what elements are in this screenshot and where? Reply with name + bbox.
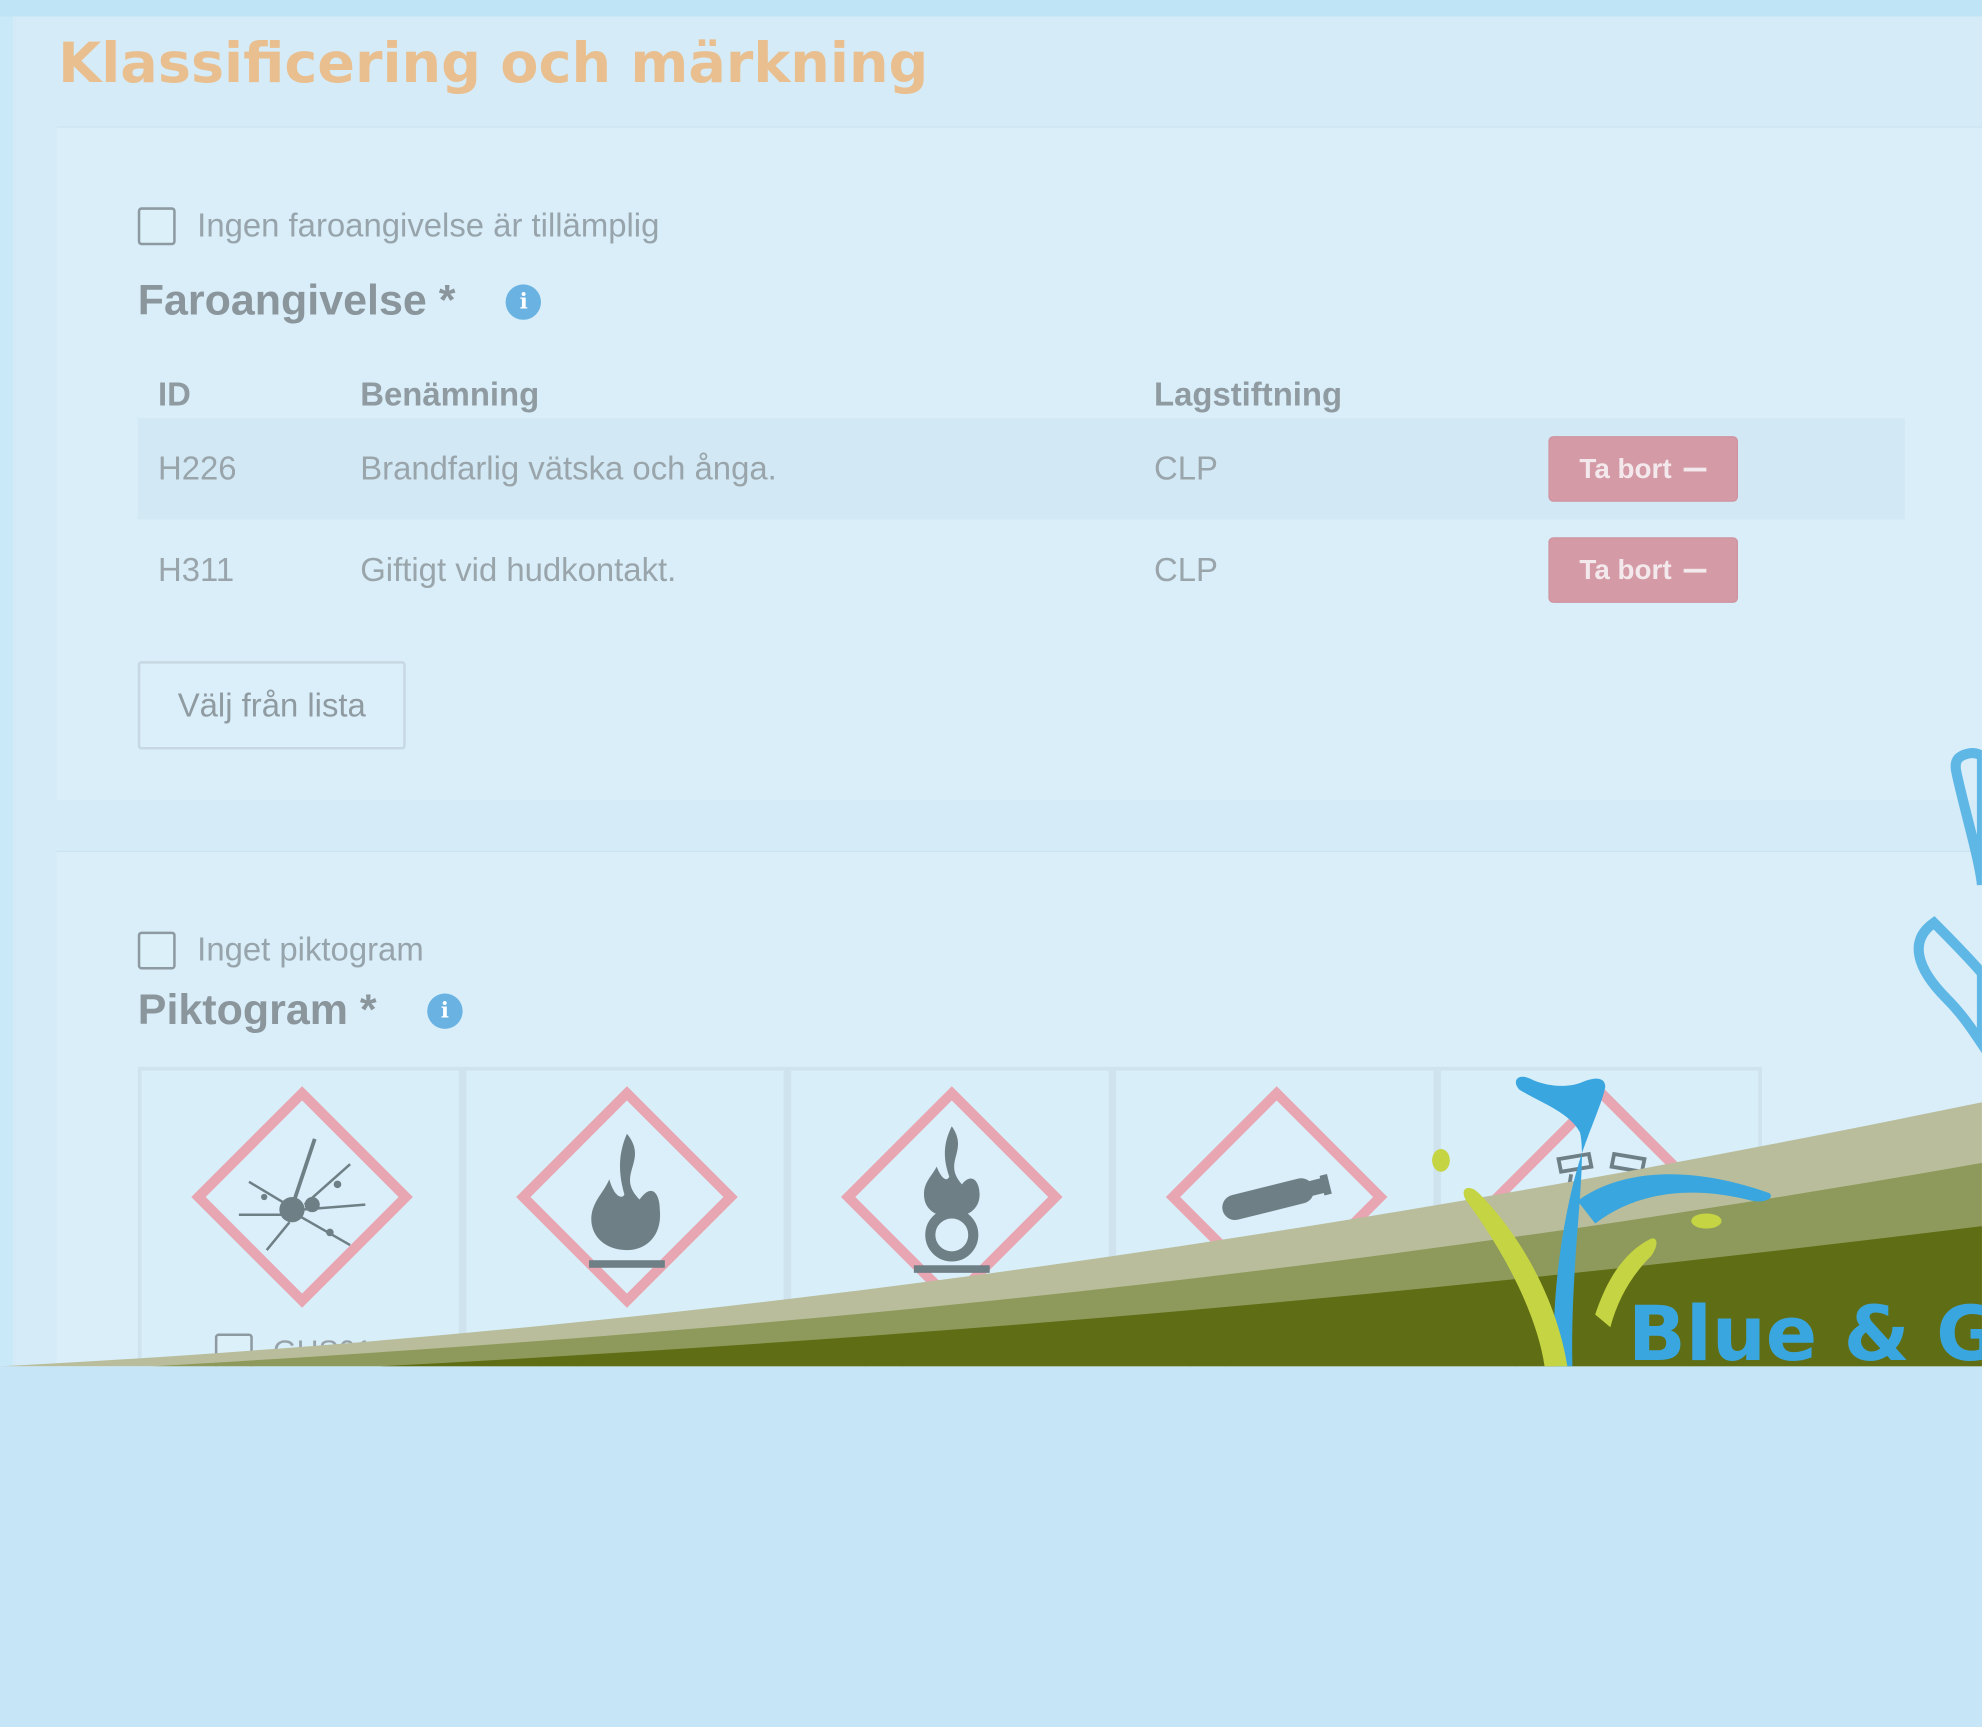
hazard-name: Brandfarlig vätska och ånga. bbox=[360, 449, 777, 488]
pictogram-code: GHS04 bbox=[1247, 1334, 1348, 1367]
hazard-legislation: CLP bbox=[1154, 449, 1218, 488]
stage: Klassificering och märkning Ingen faroan… bbox=[0, 0, 1982, 1367]
pictogram-heading: Piktogram * i bbox=[138, 986, 463, 1035]
pictogram-code: GHS03 bbox=[922, 1334, 1023, 1367]
no-pictogram-checkbox-row[interactable]: Inget piktogram bbox=[137, 930, 424, 969]
pictogram-code: GHS01 bbox=[273, 1334, 373, 1367]
pictogram-code: GHS02 bbox=[597, 1334, 698, 1367]
pictogram-checkbox-row[interactable]: GHS02 bbox=[539, 1333, 698, 1367]
info-icon[interactable]: i bbox=[427, 992, 463, 1029]
pictogram-checkbox[interactable] bbox=[1189, 1333, 1228, 1367]
hazard-id: H311 bbox=[158, 550, 235, 589]
pictogram-checkbox[interactable] bbox=[1514, 1333, 1553, 1367]
exploding-bomb-icon bbox=[191, 1086, 413, 1308]
info-icon[interactable]: i bbox=[506, 283, 542, 320]
table-row: H311 Giftigt vid hudkontakt. CLP Ta bort bbox=[138, 520, 1905, 621]
content-area: Klassificering och märkning Ingen faroan… bbox=[15, 16, 1982, 1367]
pictogram-heading-text: Piktogram * bbox=[137, 985, 377, 1034]
pictogram-card: Inget piktogram Piktogram * i GHS01 GHS0… bbox=[56, 850, 1982, 1367]
minus-icon bbox=[1684, 568, 1707, 572]
hazard-name: Giftigt vid hudkontakt. bbox=[360, 550, 677, 589]
pictogram-grid: GHS01 GHS02 GHS03 GHS04 GHS05 bbox=[137, 1066, 1763, 1367]
remove-button-label: Ta bort bbox=[1579, 452, 1672, 485]
no-hazard-checkbox-label: Ingen faroangivelse är tillämplig bbox=[197, 206, 660, 244]
no-pictogram-checkbox-label: Inget piktogram bbox=[197, 930, 424, 969]
no-hazard-checkbox[interactable] bbox=[137, 206, 176, 245]
hazard-table: ID Benämning Lagstiftning H226 Brandfarl… bbox=[137, 355, 1905, 621]
pictogram-item[interactable]: GHS02 bbox=[466, 1070, 792, 1367]
pictogram-item[interactable]: GHS04 bbox=[1116, 1070, 1441, 1367]
pictogram-item[interactable]: GHS05 bbox=[1441, 1071, 1758, 1367]
left-rail bbox=[0, 16, 16, 1367]
page-title: Klassificering och märkning bbox=[58, 31, 929, 97]
pictogram-checkbox-row[interactable]: GHS01 bbox=[214, 1333, 373, 1367]
column-header-id: ID bbox=[158, 375, 191, 414]
pictogram-checkbox[interactable] bbox=[214, 1333, 253, 1367]
pictogram-code: GHS05 bbox=[1572, 1334, 1672, 1367]
hazard-heading: Faroangivelse * i bbox=[138, 277, 542, 326]
no-pictogram-checkbox[interactable] bbox=[137, 930, 176, 969]
hazard-id: H226 bbox=[158, 449, 237, 488]
hazard-heading-text: Faroangivelse * bbox=[137, 276, 456, 325]
pictogram-checkbox[interactable] bbox=[539, 1333, 578, 1367]
remove-button[interactable]: Ta bort bbox=[1548, 436, 1739, 502]
minus-icon bbox=[1684, 467, 1707, 471]
flame-icon bbox=[516, 1086, 738, 1308]
pictogram-item[interactable]: GHS01 bbox=[142, 1070, 467, 1367]
pictogram-checkbox-row[interactable]: GHS04 bbox=[1189, 1333, 1348, 1367]
pictogram-checkbox-row[interactable]: GHS03 bbox=[864, 1333, 1023, 1367]
column-header-name: Benämning bbox=[360, 375, 540, 414]
table-row: H226 Brandfarlig vätska och ånga. CLP Ta… bbox=[137, 418, 1905, 520]
remove-button-label: Ta bort bbox=[1579, 553, 1672, 586]
flame-over-circle-icon bbox=[840, 1086, 1063, 1308]
hazard-legislation: CLP bbox=[1154, 550, 1218, 589]
top-bar bbox=[0, 0, 1982, 17]
gas-cylinder-icon bbox=[1165, 1086, 1388, 1308]
corrosion-icon bbox=[1490, 1086, 1713, 1308]
pictogram-checkbox[interactable] bbox=[864, 1333, 903, 1367]
pictogram-checkbox-row[interactable]: GHS05 bbox=[1514, 1333, 1672, 1367]
no-hazard-checkbox-row[interactable]: Ingen faroangivelse är tillämplig bbox=[137, 206, 660, 245]
choose-from-list-button[interactable]: Välj från lista bbox=[137, 661, 406, 750]
remove-button[interactable]: Ta bort bbox=[1548, 537, 1739, 603]
hazard-table-header: ID Benämning Lagstiftning bbox=[138, 355, 1905, 418]
column-header-legislation: Lagstiftning bbox=[1154, 375, 1343, 414]
pictogram-item[interactable]: GHS03 bbox=[791, 1070, 1117, 1367]
hazard-statements-card: Ingen faroangivelse är tillämplig Faroan… bbox=[56, 126, 1982, 801]
